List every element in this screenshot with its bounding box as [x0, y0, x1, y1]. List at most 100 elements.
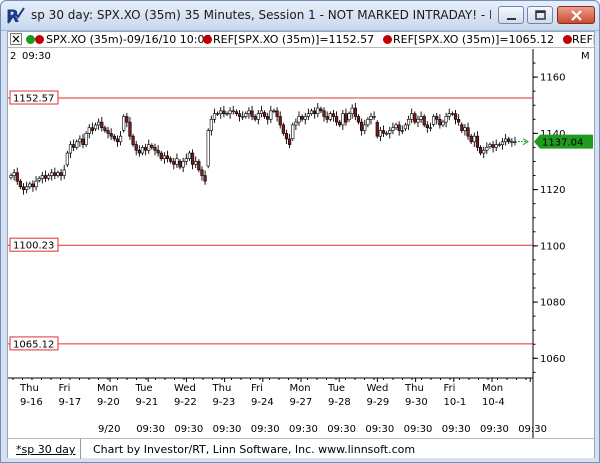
candle-body — [40, 175, 44, 179]
candle-body — [28, 183, 32, 188]
candle-body — [43, 175, 48, 179]
candle-body — [137, 149, 141, 154]
candle-body — [334, 116, 339, 123]
candle-body — [313, 110, 317, 114]
candle-body — [159, 152, 163, 159]
candle-body — [460, 124, 464, 131]
time-tick-label: 09:30 — [289, 424, 318, 435]
candle-body — [75, 141, 79, 148]
candle-body — [432, 116, 436, 125]
day-date-label: 10-1 — [444, 397, 467, 408]
candle-body — [147, 144, 151, 151]
candle-body — [197, 161, 201, 171]
candle-body — [403, 124, 408, 130]
day-of-week-label: Mon — [290, 383, 311, 394]
candle-body — [309, 110, 314, 114]
maximize-button[interactable] — [527, 6, 553, 24]
chart-header-bar: SPX.XO (35m)-09/16/10 10:05 REF[SPX.XO (… — [8, 32, 594, 48]
candle-body — [497, 144, 501, 146]
candle-body — [34, 180, 38, 188]
time-tick-label: 9/20 — [98, 424, 120, 435]
chart-tab[interactable]: *sp 30 day — [16, 443, 75, 456]
candle-body — [181, 161, 185, 168]
candle-body — [444, 116, 448, 123]
reference-line-label: 1100.23 — [13, 241, 54, 252]
ref-dot-icon — [563, 35, 572, 44]
candle-body — [381, 130, 386, 134]
time-tick-label: 09:30 — [365, 424, 394, 435]
candle-body — [169, 158, 173, 162]
candle-body — [341, 113, 345, 126]
day-of-week-label: Mon — [97, 383, 118, 394]
time-tick-label: 09:30 — [174, 424, 203, 435]
candle-body — [15, 172, 19, 182]
day-date-label: 9-24 — [251, 397, 274, 408]
candle-body — [400, 130, 404, 132]
candle-body — [50, 172, 54, 176]
candle-body — [172, 161, 176, 165]
y-tick-label: 1160 — [540, 73, 565, 84]
candle-body — [190, 152, 195, 165]
candle-body — [338, 121, 342, 126]
day-of-week-label: Fri — [444, 383, 456, 394]
time-tick-label: 09:30 — [404, 424, 433, 435]
candle-body — [109, 133, 113, 137]
candle-body — [216, 113, 220, 115]
close-button[interactable] — [557, 6, 595, 24]
symbol-label: SPX.XO (35m)-09/16/10 10:05 — [46, 33, 212, 46]
candle-body — [59, 172, 63, 176]
candle-body — [78, 138, 82, 143]
chart-area[interactable]: SPX.XO (35m)-09/16/10 10:05 REF[SPX.XO (… — [7, 31, 595, 459]
candle-body — [435, 116, 439, 120]
day-of-week-label: Thu — [212, 383, 232, 394]
footer-divider — [80, 439, 81, 459]
maximize-icon — [535, 10, 546, 20]
candle-body — [9, 175, 13, 178]
time-tick-label: 09:30 — [442, 424, 471, 435]
candle-body — [294, 121, 298, 126]
candle-body — [504, 138, 508, 143]
candle-body — [209, 118, 213, 131]
candle-body — [297, 116, 301, 123]
y-tick-label: 1100 — [540, 241, 565, 252]
candle-body — [241, 116, 245, 118]
day-date-label: 9-28 — [328, 397, 351, 408]
minimize-button[interactable] — [498, 6, 524, 24]
price-chart[interactable]: 2 09:30 M1160114011201100108010601152.5711… — [8, 49, 594, 438]
candle-body — [475, 135, 480, 148]
candle-body — [72, 144, 76, 148]
candle-body — [394, 124, 398, 129]
candle-body — [510, 141, 514, 143]
candle-body — [356, 116, 361, 123]
day-of-week-label: Fri — [251, 383, 263, 394]
candle-body — [469, 135, 473, 143]
candle-body — [303, 116, 307, 120]
candle-body — [222, 110, 226, 114]
close-icon — [571, 10, 582, 21]
session-time-label: 09:30 — [22, 51, 51, 62]
chart-close-icon[interactable] — [10, 33, 22, 45]
day-of-week-label: Thu — [404, 383, 424, 394]
day-of-week-label: Wed — [174, 383, 196, 394]
candle-body — [231, 110, 235, 112]
title-bar[interactable]: R sp 30 day: SPX.XO (35m) 35 Minutes, Se… — [1, 1, 599, 31]
candle-body — [25, 186, 29, 190]
candle-body — [491, 144, 495, 148]
candle-body — [97, 121, 101, 126]
candle-body — [65, 152, 69, 166]
candle-body — [12, 172, 16, 176]
candle-body — [428, 127, 433, 129]
candle-body — [128, 121, 132, 137]
candle-body — [397, 124, 401, 131]
y-tick-label: 1120 — [540, 185, 565, 196]
day-date-label: 9-22 — [174, 397, 197, 408]
candle-body — [375, 122, 379, 137]
candle-body — [406, 118, 411, 126]
candle-body — [494, 144, 498, 148]
candle-body — [291, 124, 295, 140]
candle-body — [56, 172, 60, 176]
credit-text: Chart by Investor/RT, Linn Software, Inc… — [93, 443, 416, 456]
candle-body — [272, 110, 276, 112]
ref-label-1: REF[SPX.XO (35m)]=1152.57 — [213, 33, 375, 46]
day-of-week-label: Tue — [327, 383, 345, 394]
